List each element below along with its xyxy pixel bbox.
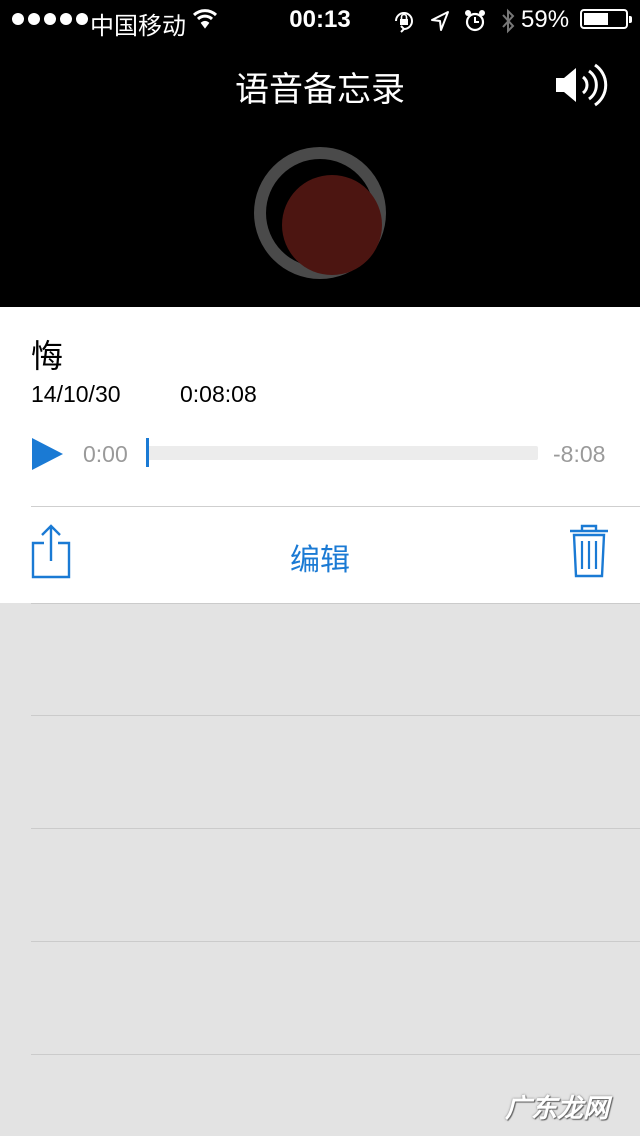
play-icon[interactable]	[30, 437, 64, 471]
battery-percent: 59%	[521, 6, 570, 33]
divider	[31, 506, 640, 507]
list-divider	[31, 715, 640, 716]
status-bar: 中国移动 00:13 59%	[0, 0, 640, 40]
battery-fill	[584, 13, 608, 25]
edit-button[interactable]: 编辑	[0, 535, 640, 579]
record-button[interactable]	[254, 147, 386, 279]
memo-card[interactable]: 悔 14/10/30 0:08:08 0:00 -8:08 编辑	[0, 307, 640, 603]
memo-date: 14/10/30	[31, 381, 121, 407]
location-arrow-icon	[431, 11, 449, 31]
playback-scrubber[interactable]	[146, 446, 538, 460]
speaker-icon[interactable]	[552, 62, 610, 108]
list-divider	[31, 1054, 640, 1055]
page-title: 语音备忘录	[235, 71, 405, 109]
list-divider	[31, 603, 640, 604]
battery-icon	[580, 9, 632, 29]
trash-icon[interactable]	[568, 523, 610, 579]
record-icon	[282, 175, 382, 275]
memo-duration: 0:08:08	[180, 381, 257, 407]
watermark: 广东龙网	[505, 1093, 610, 1123]
list-divider	[31, 941, 640, 942]
remaining-time: -8:08	[553, 441, 606, 467]
orientation-lock-icon	[395, 12, 413, 33]
alarm-icon	[465, 10, 485, 32]
elapsed-time: 0:00	[83, 441, 128, 467]
bluetooth-icon	[502, 8, 515, 34]
memo-name: 悔	[31, 338, 64, 374]
list-divider	[31, 828, 640, 829]
header-area: 中国移动 00:13 59% 语音备忘录	[0, 0, 640, 307]
scrubber-handle[interactable]	[146, 438, 149, 467]
